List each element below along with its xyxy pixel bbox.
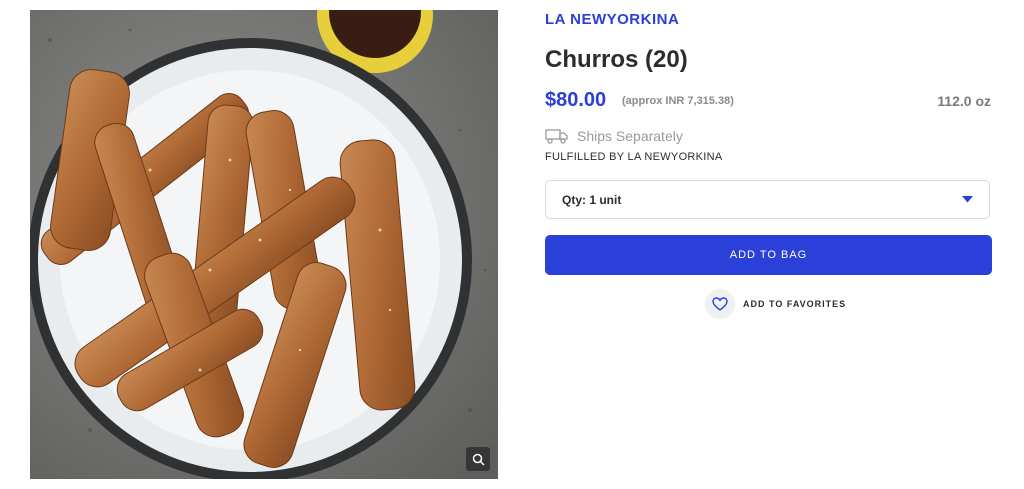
magnifier-icon <box>472 453 485 466</box>
favorites-icon-circle <box>705 289 735 319</box>
quantity-label: Qty: 1 unit <box>562 192 622 207</box>
truck-icon <box>545 129 568 144</box>
shipping-info: Ships Separately <box>545 128 683 144</box>
caret-down-icon <box>962 196 973 203</box>
add-to-bag-button[interactable]: ADD TO BAG <box>545 235 992 275</box>
shipping-label: Ships Separately <box>577 128 683 144</box>
churros-photo <box>30 10 498 479</box>
product-image[interactable] <box>30 10 498 479</box>
add-to-favorites-button[interactable]: ADD TO FAVORITES <box>705 289 846 319</box>
quantity-select[interactable]: Qty: 1 unit <box>545 180 990 219</box>
add-to-favorites-label: ADD TO FAVORITES <box>743 299 847 309</box>
approx-price: (approx INR 7,315.38) <box>622 95 734 107</box>
product-weight: 112.0 oz <box>937 93 991 109</box>
zoom-button[interactable] <box>466 447 490 471</box>
product-title: Churros (20) <box>545 46 688 73</box>
product-price: $80.00 <box>545 89 607 111</box>
heart-icon <box>712 297 728 311</box>
fulfilled-by: FULFILLED BY LA NEWYORKINA <box>545 151 723 163</box>
brand-link[interactable]: LA NEWYORKINA <box>545 11 679 28</box>
